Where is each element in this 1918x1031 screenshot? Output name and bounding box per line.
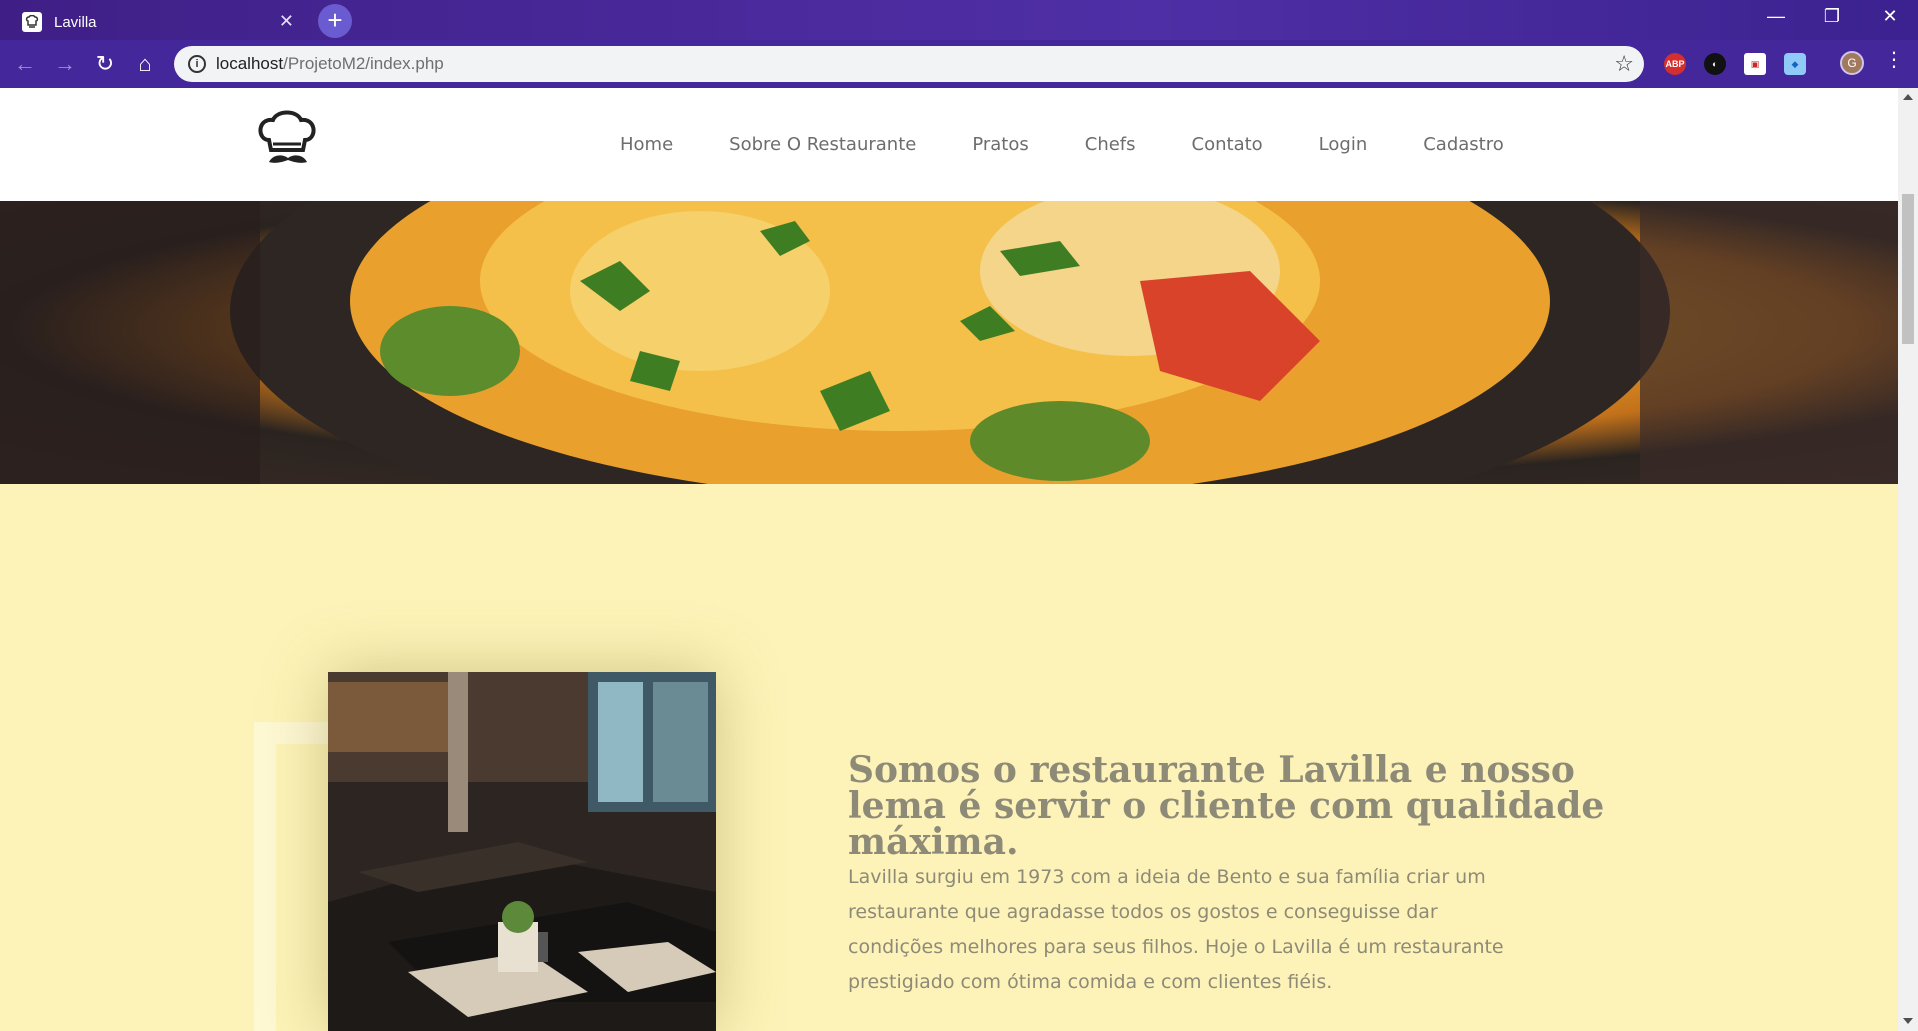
browser-toolbar: ← → ↻ ⌂ i localhost/ProjetoM2/index.php … bbox=[0, 40, 1918, 88]
pocket-extension-icon[interactable]: ▣ bbox=[1744, 53, 1766, 75]
page-viewport: Home Sobre O Restaurante Pratos Chefs Co… bbox=[0, 88, 1898, 1031]
home-icon[interactable]: ⌂ bbox=[130, 50, 160, 80]
chef-hat-favicon-icon bbox=[22, 12, 42, 32]
nav-contato[interactable]: Contato bbox=[1192, 134, 1263, 155]
nav-pratos[interactable]: Pratos bbox=[972, 134, 1028, 155]
cube-extension-icon[interactable]: ◆ bbox=[1784, 53, 1806, 75]
nav-home[interactable]: Home bbox=[620, 134, 673, 155]
browser-menu-icon[interactable]: ⋮ bbox=[1884, 50, 1904, 70]
address-bar[interactable]: i localhost/ProjetoM2/index.php ☆ bbox=[174, 46, 1644, 82]
bookmark-star-icon[interactable]: ☆ bbox=[1614, 51, 1634, 77]
restore-icon[interactable]: ❐ bbox=[1812, 6, 1852, 27]
tab-title: Lavilla bbox=[54, 13, 97, 31]
back-icon[interactable]: ← bbox=[10, 50, 40, 80]
site-info-icon[interactable]: i bbox=[188, 55, 206, 73]
url-path: /ProjetoM2/index.php bbox=[283, 54, 444, 73]
chef-logo-icon[interactable] bbox=[255, 110, 321, 172]
nav-cadastro[interactable]: Cadastro bbox=[1423, 134, 1504, 155]
nav-sobre[interactable]: Sobre O Restaurante bbox=[729, 134, 916, 155]
scroll-down-icon[interactable] bbox=[1903, 1018, 1913, 1024]
profile-avatar[interactable]: G bbox=[1840, 51, 1864, 75]
new-tab-button[interactable]: + bbox=[318, 4, 352, 38]
site-header: Home Sobre O Restaurante Pratos Chefs Co… bbox=[0, 88, 1898, 201]
about-heading: Somos o restaurante Lavilla e nosso lema… bbox=[848, 749, 1605, 863]
reload-icon[interactable]: ↻ bbox=[90, 50, 120, 80]
url-text[interactable]: localhost/ProjetoM2/index.php bbox=[216, 54, 444, 74]
browser-tab[interactable]: Lavilla ✕ bbox=[10, 4, 306, 40]
tab-close-icon[interactable]: ✕ bbox=[279, 12, 294, 30]
restaurant-interior-photo bbox=[328, 672, 716, 1031]
minimize-icon[interactable]: — bbox=[1756, 6, 1796, 27]
adblock-extension-icon[interactable]: ABP bbox=[1664, 53, 1686, 75]
scroll-thumb[interactable] bbox=[1902, 194, 1914, 344]
forward-icon[interactable]: → bbox=[50, 50, 80, 80]
about-paragraph: Lavilla surgiu em 1973 com a ideia de Be… bbox=[848, 866, 1504, 993]
page-scrollbar[interactable] bbox=[1898, 88, 1918, 1031]
dark-mode-extension-icon[interactable]: ◐ bbox=[1704, 53, 1726, 75]
nav-login[interactable]: Login bbox=[1319, 134, 1368, 155]
close-window-icon[interactable]: ✕ bbox=[1870, 6, 1910, 27]
browser-titlebar: Lavilla ✕ + — ❐ ✕ bbox=[0, 0, 1918, 40]
scroll-up-icon[interactable] bbox=[1903, 94, 1913, 100]
url-host: localhost bbox=[216, 54, 284, 73]
decorative-frame bbox=[254, 722, 334, 1031]
main-nav: Home Sobre O Restaurante Pratos Chefs Co… bbox=[620, 134, 1504, 155]
nav-chefs[interactable]: Chefs bbox=[1085, 134, 1136, 155]
hero-food-image bbox=[0, 201, 1898, 484]
